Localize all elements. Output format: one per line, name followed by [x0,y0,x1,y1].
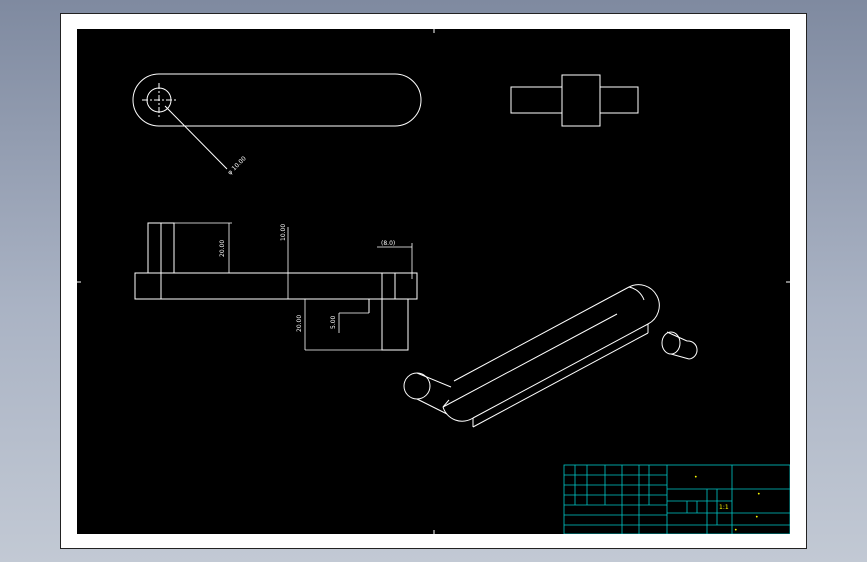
isometric-view [403,284,698,428]
front-view-dimensions [174,222,413,351]
title-block-note-3: • [755,514,759,521]
dim-hole-diameter: φ 10.00 [226,155,247,176]
top-view-link [132,73,422,170]
dim-lower-height: 20.00 [296,315,303,332]
cad-canvas: φ 10.00 20.00 10.00 (8.0) 20.00 5.00 • •… [77,29,791,535]
side-view-pin [510,74,639,127]
title-block: • • • 1:1 • [563,464,791,535]
center-marks [77,29,790,534]
dim-boss-height: 20.00 [219,240,226,257]
diameter-leader [164,105,228,170]
dim-offset-ref: (8.0) [381,240,395,247]
dim-small-step: 5.00 [330,315,337,329]
title-block-note-1: • [694,474,698,481]
dim-overall-height: 10.00 [280,224,287,241]
title-block-scale: 1:1 [719,504,729,511]
cad-drawing: φ 10.00 20.00 10.00 (8.0) 20.00 5.00 • •… [77,29,791,535]
title-block-note-4: • [734,527,738,534]
drawing-sheet: φ 10.00 20.00 10.00 (8.0) 20.00 5.00 • •… [60,13,807,549]
front-view [134,222,418,351]
title-block-note-2: • [757,491,761,498]
